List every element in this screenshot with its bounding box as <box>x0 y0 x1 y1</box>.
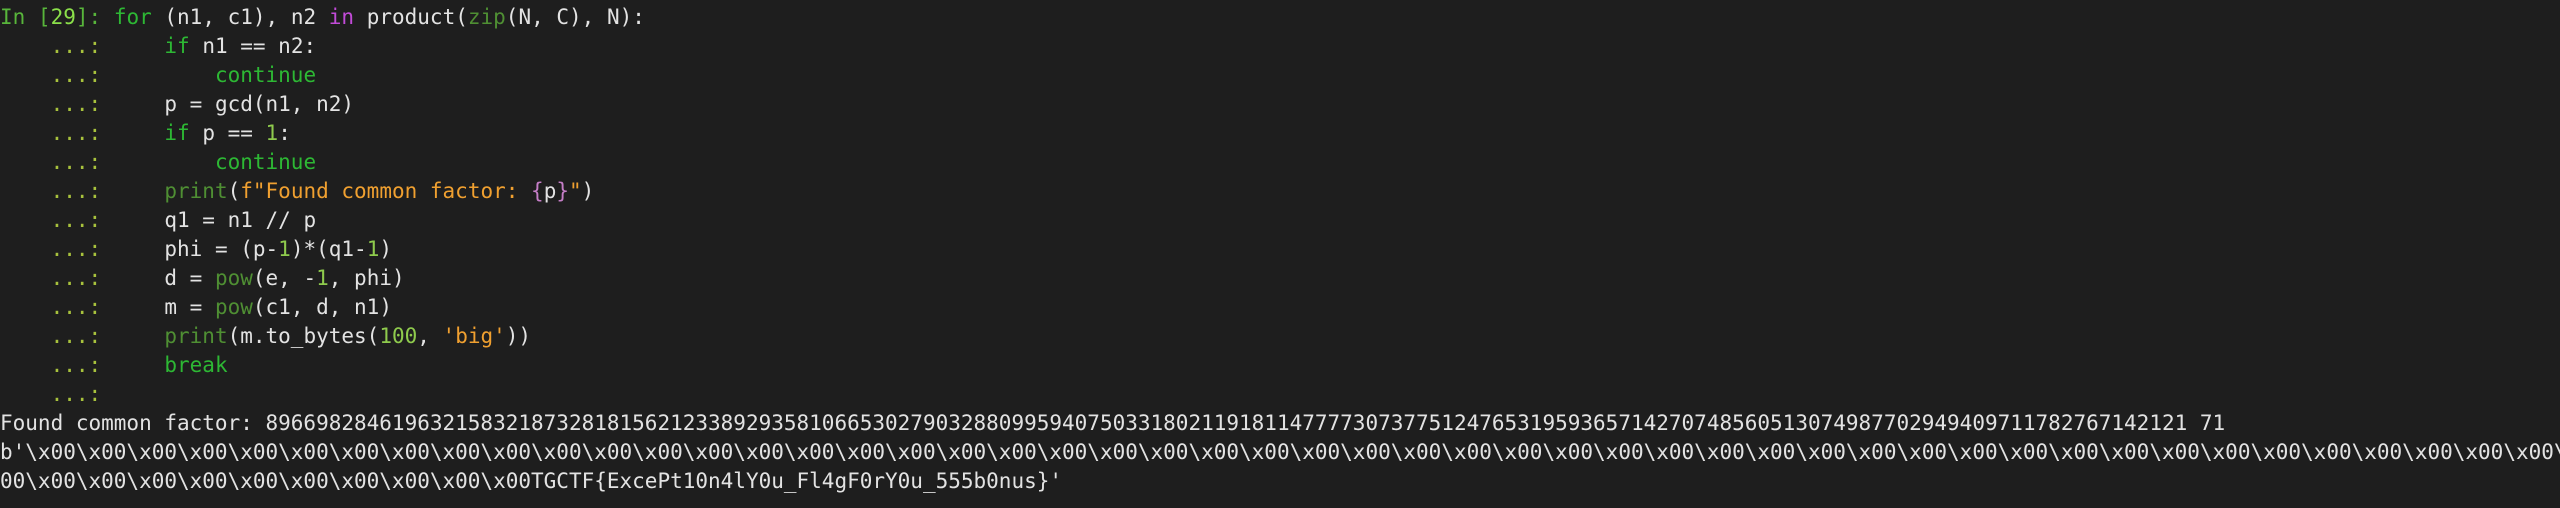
continuation-prompt: ...: <box>0 295 114 319</box>
code-text: )) <box>505 324 532 348</box>
ipython-terminal[interactable]: In [29]: for (n1, c1), n2 in product(zip… <box>0 0 2560 508</box>
code-line-3: ...: continue <box>0 61 2560 90</box>
number-literal: 1 <box>278 237 291 261</box>
continuation-prompt: ...: <box>0 150 114 174</box>
code-text: ( <box>227 179 241 203</box>
keyword-if: if <box>164 34 190 58</box>
fstring-literal: f"Found common factor: <box>240 179 532 203</box>
continuation-prompt: ...: <box>0 382 114 406</box>
continuation-prompt: ...: <box>0 92 114 116</box>
builtin-zip: zip <box>467 5 506 29</box>
input-prompt-number: 29 <box>50 5 76 29</box>
builtin-print: print <box>164 179 228 203</box>
code-line-6: ...: continue <box>0 148 2560 177</box>
code-line-9: ...: phi = (p-1)*(q1-1) <box>0 235 2560 264</box>
continuation-prompt: ...: <box>0 208 114 232</box>
input-prompt-label: In [ <box>0 5 51 29</box>
keyword-for: for <box>113 5 152 29</box>
continuation-prompt: ...: <box>0 179 114 203</box>
continuation-prompt: ...: <box>0 237 114 261</box>
input-prompt-suffix: ]: <box>75 5 114 29</box>
builtin-pow: pow <box>214 295 253 319</box>
number-literal: 1 <box>366 237 380 261</box>
fstring-variable: p <box>543 179 557 203</box>
code-text: p == <box>189 121 266 145</box>
code-text: product( <box>354 5 468 29</box>
keyword-continue: continue <box>214 150 317 174</box>
code-line-14[interactable]: ...: <box>0 380 2560 409</box>
code-line-2: ...: if n1 == n2: <box>0 32 2560 61</box>
builtin-print: print <box>164 324 228 348</box>
code-text: (m.to_bytes( <box>227 324 380 348</box>
code-text: (N, C), N): <box>505 5 645 29</box>
code-text: p = gcd(n1, n2) <box>164 92 355 116</box>
continuation-prompt: ...: <box>0 353 114 377</box>
code-line-1: In [29]: for (n1, c1), n2 in product(zip… <box>0 3 2560 32</box>
keyword-in: in <box>328 5 355 29</box>
number-literal: 1 <box>265 121 279 145</box>
code-text: : <box>278 121 291 145</box>
code-text: ) <box>581 179 595 203</box>
output-found-factor: Found common factor: 8966982846196321583… <box>0 411 2226 435</box>
code-line-12: ...: print(m.to_bytes(100, 'big')) <box>0 322 2560 351</box>
fstring-brace-close: } <box>556 179 570 203</box>
fstring-brace-open: { <box>531 179 544 203</box>
keyword-break: break <box>164 353 228 377</box>
builtin-pow: pow <box>214 266 253 290</box>
continuation-prompt: ...: <box>0 324 114 348</box>
continuation-prompt: ...: <box>0 121 114 145</box>
number-literal: 100 <box>379 324 418 348</box>
code-text: d = <box>164 266 215 290</box>
code-text: )*(q1- <box>290 237 367 261</box>
output-bytes-line-2: 00\x00\x00\x00\x00\x00\x00\x00\x00\x00\x… <box>0 469 1063 493</box>
continuation-prompt: ...: <box>0 34 114 58</box>
code-line-13: ...: break <box>0 351 2560 380</box>
code-text: (c1, d, n1) <box>252 295 392 319</box>
continuation-prompt: ...: <box>0 63 114 87</box>
number-literal: 1 <box>316 266 329 290</box>
fstring-quote: " <box>569 179 582 203</box>
code-line-8: ...: q1 = n1 // p <box>0 206 2560 235</box>
code-text: (n1, c1), n2 <box>151 5 329 29</box>
code-line-5: ...: if p == 1: <box>0 119 2560 148</box>
code-text: q1 = n1 // p <box>164 208 317 232</box>
code-line-7: ...: print(f"Found common factor: {p}") <box>0 177 2560 206</box>
code-text: , <box>417 324 443 348</box>
code-text: phi = (p- <box>164 237 279 261</box>
string-literal: 'big' <box>442 324 506 348</box>
keyword-continue: continue <box>214 63 317 87</box>
code-text: n1 == n2: <box>189 34 317 58</box>
continuation-prompt: ...: <box>0 266 114 290</box>
code-text: (e, - <box>252 266 317 290</box>
keyword-if: if <box>164 121 190 145</box>
code-line-4: ...: p = gcd(n1, n2) <box>0 90 2560 119</box>
code-text: , phi) <box>328 266 405 290</box>
code-line-10: ...: d = pow(e, -1, phi) <box>0 264 2560 293</box>
code-text: ) <box>379 237 392 261</box>
code-text: m = <box>164 295 215 319</box>
code-line-11: ...: m = pow(c1, d, n1) <box>0 293 2560 322</box>
output-bytes-line-1: b'\x00\x00\x00\x00\x00\x00\x00\x00\x00\x… <box>0 440 2560 464</box>
